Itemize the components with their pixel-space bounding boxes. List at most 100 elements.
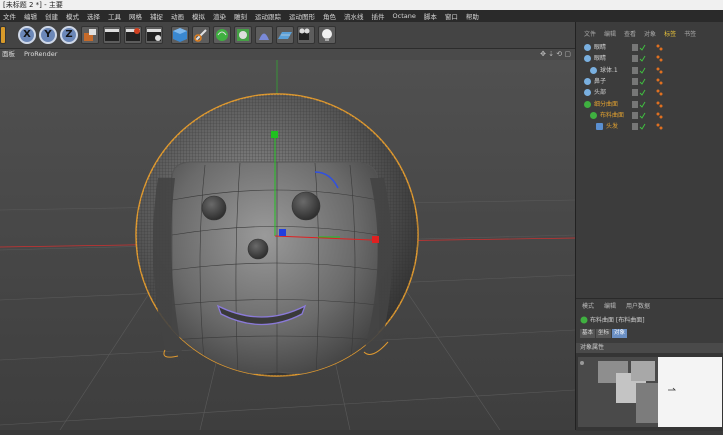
menu-item-10[interactable]: 渲染 bbox=[213, 11, 226, 21]
visibility-toggle-icon[interactable] bbox=[632, 77, 646, 85]
menu-item-8[interactable]: 动画 bbox=[171, 11, 184, 21]
visibility-toggle-icon[interactable] bbox=[632, 111, 646, 119]
menu-item-0[interactable]: 文件 bbox=[3, 11, 16, 21]
sub-tab-coord[interactable]: 坐标 bbox=[596, 329, 612, 338]
om-tab-5[interactable]: 书签 bbox=[684, 29, 696, 38]
object-row[interactable]: 眼睛 bbox=[576, 42, 723, 53]
object-row[interactable]: 布料曲面 bbox=[576, 110, 723, 121]
floor-button[interactable] bbox=[276, 26, 294, 44]
object-name[interactable]: 球体.1 bbox=[600, 65, 618, 76]
viewport-menu-panel[interactable]: 面板 bbox=[2, 49, 15, 60]
attr-tab-userdata[interactable]: 用户数据 bbox=[626, 301, 650, 310]
render-settings-button[interactable] bbox=[145, 26, 163, 44]
render-picture-viewer-button[interactable] bbox=[124, 26, 142, 44]
menu-item-15[interactable]: 流水线 bbox=[344, 11, 364, 21]
live-selection-button[interactable] bbox=[0, 26, 6, 44]
material-tag-icon[interactable] bbox=[656, 67, 664, 74]
deformer-button[interactable] bbox=[255, 26, 273, 44]
om-tab-3[interactable]: 对象 bbox=[644, 29, 656, 38]
visibility-toggle-icon[interactable] bbox=[632, 100, 646, 108]
cube-button[interactable] bbox=[171, 26, 189, 44]
mograph-button[interactable] bbox=[234, 26, 252, 44]
menu-item-9[interactable]: 模拟 bbox=[192, 11, 205, 21]
coordinate-icon bbox=[84, 29, 96, 41]
attr-tab-mode[interactable]: 模式 bbox=[582, 301, 594, 310]
material-tag-icon[interactable] bbox=[656, 44, 664, 51]
object-name[interactable]: 眼睛 bbox=[594, 53, 606, 64]
viewport-menu-prorender[interactable]: ProRender bbox=[24, 49, 57, 60]
menu-item-2[interactable]: 创建 bbox=[45, 11, 58, 21]
material-tag-icon[interactable] bbox=[656, 55, 664, 62]
clapper-render-icon bbox=[126, 28, 140, 41]
axis-y-toggle[interactable]: Y bbox=[39, 26, 57, 44]
world-coordinate-button[interactable] bbox=[81, 26, 99, 44]
menu-item-16[interactable]: 插件 bbox=[372, 11, 385, 21]
attributes-tabs: 模式 编辑 用户数据 bbox=[576, 301, 723, 311]
subdivision-icon bbox=[584, 100, 591, 108]
menu-item-18[interactable]: 脚本 bbox=[424, 11, 437, 21]
object-name[interactable]: 头发 bbox=[606, 121, 618, 132]
menu-item-13[interactable]: 运动图形 bbox=[289, 11, 315, 21]
menu-item-11[interactable]: 雕刻 bbox=[234, 11, 247, 21]
material-tag-icon[interactable] bbox=[656, 78, 664, 85]
visibility-toggle-icon[interactable] bbox=[632, 123, 646, 131]
menu-item-20[interactable]: 帮助 bbox=[466, 11, 479, 21]
axis-z-toggle[interactable]: Z bbox=[60, 26, 78, 44]
object-row[interactable]: 头部 bbox=[576, 87, 723, 98]
om-tab-1[interactable]: 编辑 bbox=[604, 29, 616, 38]
menu-item-14[interactable]: 角色 bbox=[323, 11, 336, 21]
menu-item-6[interactable]: 网格 bbox=[129, 11, 142, 21]
material-tag-icon[interactable] bbox=[656, 112, 664, 119]
object-row[interactable]: 头发 bbox=[576, 121, 723, 132]
axis-x-toggle[interactable]: X bbox=[18, 26, 36, 44]
subdivision-button[interactable] bbox=[213, 26, 231, 44]
sphere-icon bbox=[590, 66, 597, 74]
object-name[interactable]: 鼻子 bbox=[594, 76, 606, 87]
3d-viewport[interactable] bbox=[0, 60, 575, 430]
object-row[interactable]: 球体.1 bbox=[576, 65, 723, 76]
sub-tab-object[interactable]: 对象 bbox=[612, 329, 628, 338]
attributes-body bbox=[576, 353, 723, 431]
object-name[interactable]: 头部 bbox=[594, 87, 606, 98]
menu-item-4[interactable]: 选择 bbox=[87, 11, 100, 21]
om-tab-4[interactable]: 标签 bbox=[664, 29, 676, 38]
menu-item-3[interactable]: 模式 bbox=[66, 11, 79, 21]
render-view-button[interactable] bbox=[103, 26, 121, 44]
material-tag-icon[interactable] bbox=[656, 101, 664, 108]
om-tab-2[interactable]: 查看 bbox=[624, 29, 636, 38]
section-title: 对象属性 bbox=[580, 344, 605, 351]
menu-item-19[interactable]: 窗口 bbox=[445, 11, 458, 21]
object-icon bbox=[584, 44, 591, 51]
visibility-toggle-icon[interactable] bbox=[632, 66, 646, 74]
camera-icon bbox=[299, 28, 310, 40]
visibility-toggle-icon[interactable] bbox=[632, 89, 646, 97]
object-name[interactable]: 布料曲面 bbox=[600, 110, 624, 121]
material-tag-icon[interactable] bbox=[656, 89, 664, 96]
menu-item-17[interactable]: Octane bbox=[393, 12, 416, 20]
light-button[interactable] bbox=[318, 26, 336, 44]
pen-spline-button[interactable] bbox=[192, 26, 210, 44]
material-tag-icon[interactable] bbox=[656, 123, 664, 130]
attr-tab-edit[interactable]: 编辑 bbox=[604, 301, 616, 310]
subdivision-icon bbox=[216, 29, 228, 41]
menu-item-7[interactable]: 捕捉 bbox=[150, 11, 163, 21]
sub-tab-basic[interactable]: 基本 bbox=[580, 329, 596, 338]
object-row[interactable]: 眼睛 bbox=[576, 53, 723, 64]
viewport-nav-icons[interactable]: ✥ ⇣ ⟲ ▢ bbox=[540, 49, 571, 60]
menu-item-12[interactable]: 运动跟踪 bbox=[255, 11, 281, 21]
om-tab-0[interactable]: 文件 bbox=[584, 29, 596, 38]
visibility-toggle-icon[interactable] bbox=[632, 44, 646, 51]
object-row[interactable]: 鼻子 bbox=[576, 76, 723, 87]
menu-item-1[interactable]: 编辑 bbox=[24, 11, 37, 21]
attributes-body-obscured bbox=[576, 353, 723, 431]
gizmo-x-handle bbox=[372, 236, 379, 243]
object-name[interactable]: 细分曲面 bbox=[594, 99, 618, 110]
sphere-icon bbox=[584, 77, 591, 85]
object-name[interactable]: 眼睛 bbox=[594, 42, 606, 53]
visibility-toggle-icon[interactable] bbox=[632, 55, 646, 63]
clapper-settings-icon bbox=[147, 29, 161, 41]
camera-button[interactable] bbox=[297, 26, 315, 44]
object-row[interactable]: 细分曲面 bbox=[576, 99, 723, 110]
menu-item-5[interactable]: 工具 bbox=[108, 11, 121, 21]
clapper-icon bbox=[105, 29, 119, 41]
